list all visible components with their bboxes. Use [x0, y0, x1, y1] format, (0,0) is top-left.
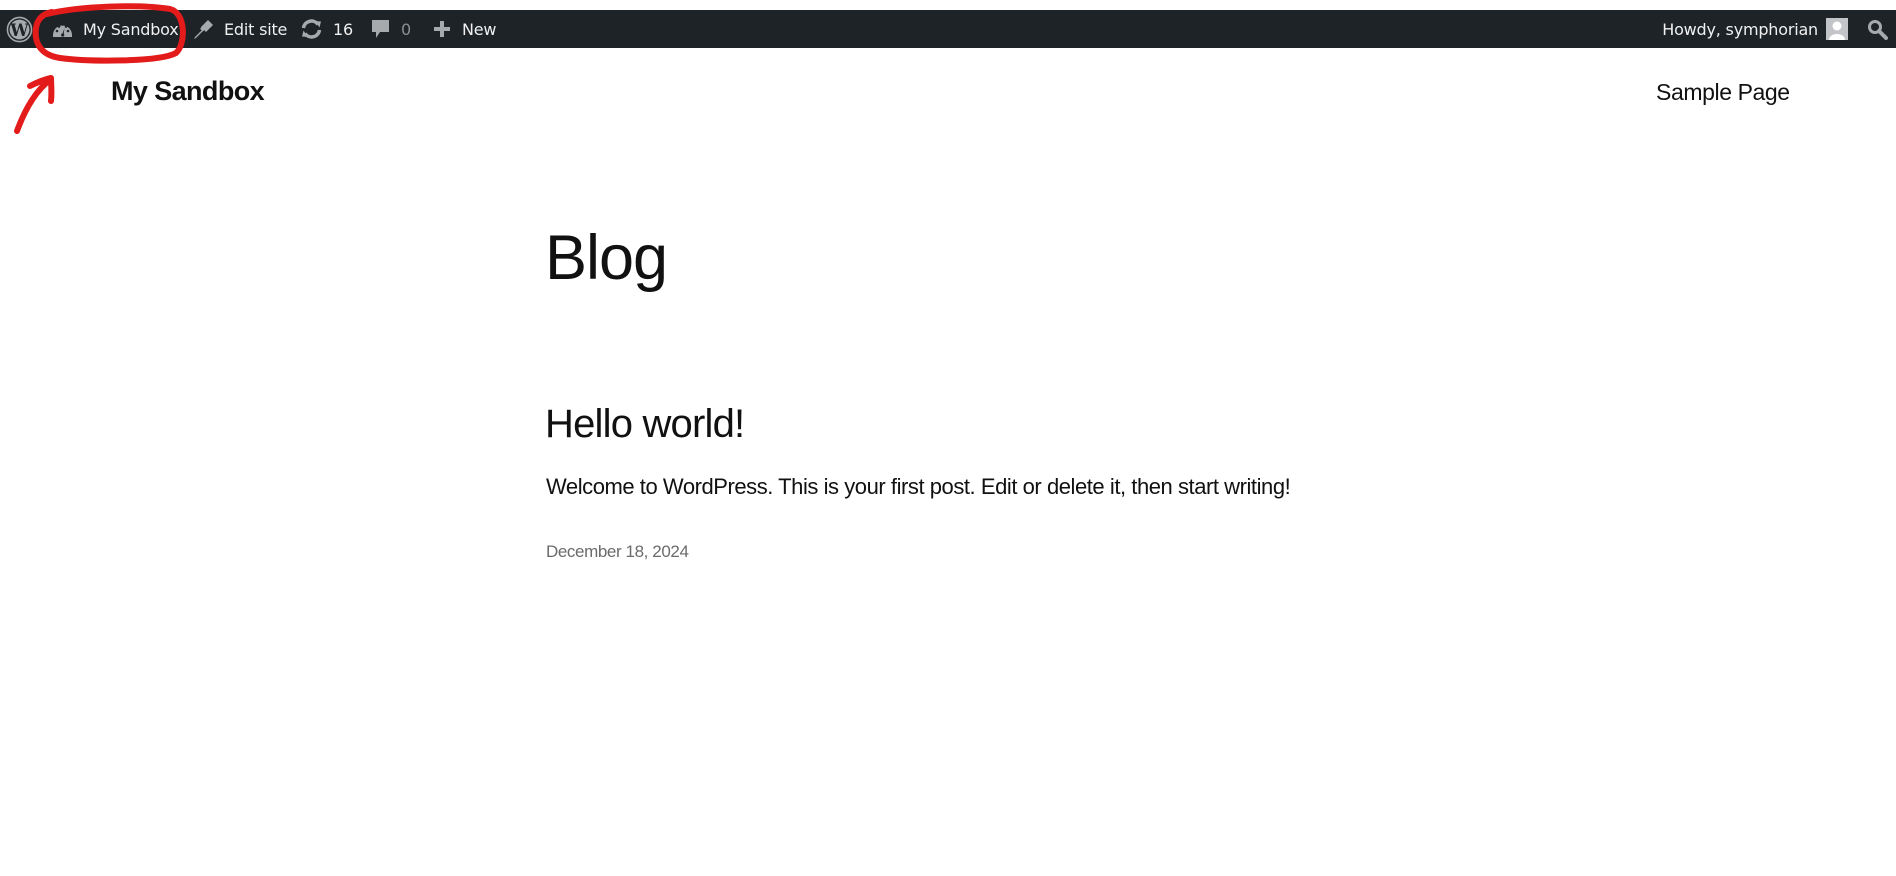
updates-count: 16 — [333, 19, 353, 39]
post-date: December 18, 2024 — [546, 542, 689, 561]
search-button[interactable] — [1867, 10, 1888, 48]
admin-bar: W My Sandbox Edit site 16 0 New Howdy, s… — [0, 10, 1896, 48]
paintbrush-icon — [192, 18, 215, 40]
site-title[interactable]: My Sandbox — [111, 76, 265, 107]
avatar-icon — [1826, 18, 1848, 40]
page-title: Blog — [545, 223, 668, 293]
howdy-greeting: Howdy, symphorian — [1662, 19, 1818, 39]
comments-button[interactable]: 0 — [371, 10, 411, 48]
search-icon — [1867, 19, 1888, 40]
wordpress-logo-icon: W — [6, 16, 33, 43]
new-content-button[interactable]: New — [433, 10, 497, 48]
updates-button[interactable]: 16 — [300, 10, 353, 48]
edit-site-label: Edit site — [224, 19, 288, 39]
site-name-menu[interactable]: My Sandbox — [52, 10, 179, 48]
nav-item-sample-page[interactable]: Sample Page — [1656, 79, 1790, 106]
edit-site-button[interactable]: Edit site — [192, 10, 287, 48]
new-label: New — [462, 19, 497, 39]
my-account-menu[interactable]: Howdy, symphorian — [1662, 10, 1848, 48]
annotation-overlay — [14, 3, 186, 134]
post-title[interactable]: Hello world! — [545, 402, 745, 447]
refresh-icon — [300, 19, 323, 39]
dashboard-gauge-icon — [52, 20, 73, 38]
post-excerpt: Welcome to WordPress. This is your first… — [546, 474, 1291, 499]
plus-icon — [433, 20, 451, 38]
comments-count: 0 — [401, 19, 411, 39]
annotation-arrow — [14, 75, 55, 134]
comment-bubble-icon — [371, 19, 390, 40]
svg-text:W: W — [9, 20, 29, 39]
wordpress-logo-button[interactable]: W — [6, 10, 34, 48]
site-name-label: My Sandbox — [83, 19, 179, 39]
